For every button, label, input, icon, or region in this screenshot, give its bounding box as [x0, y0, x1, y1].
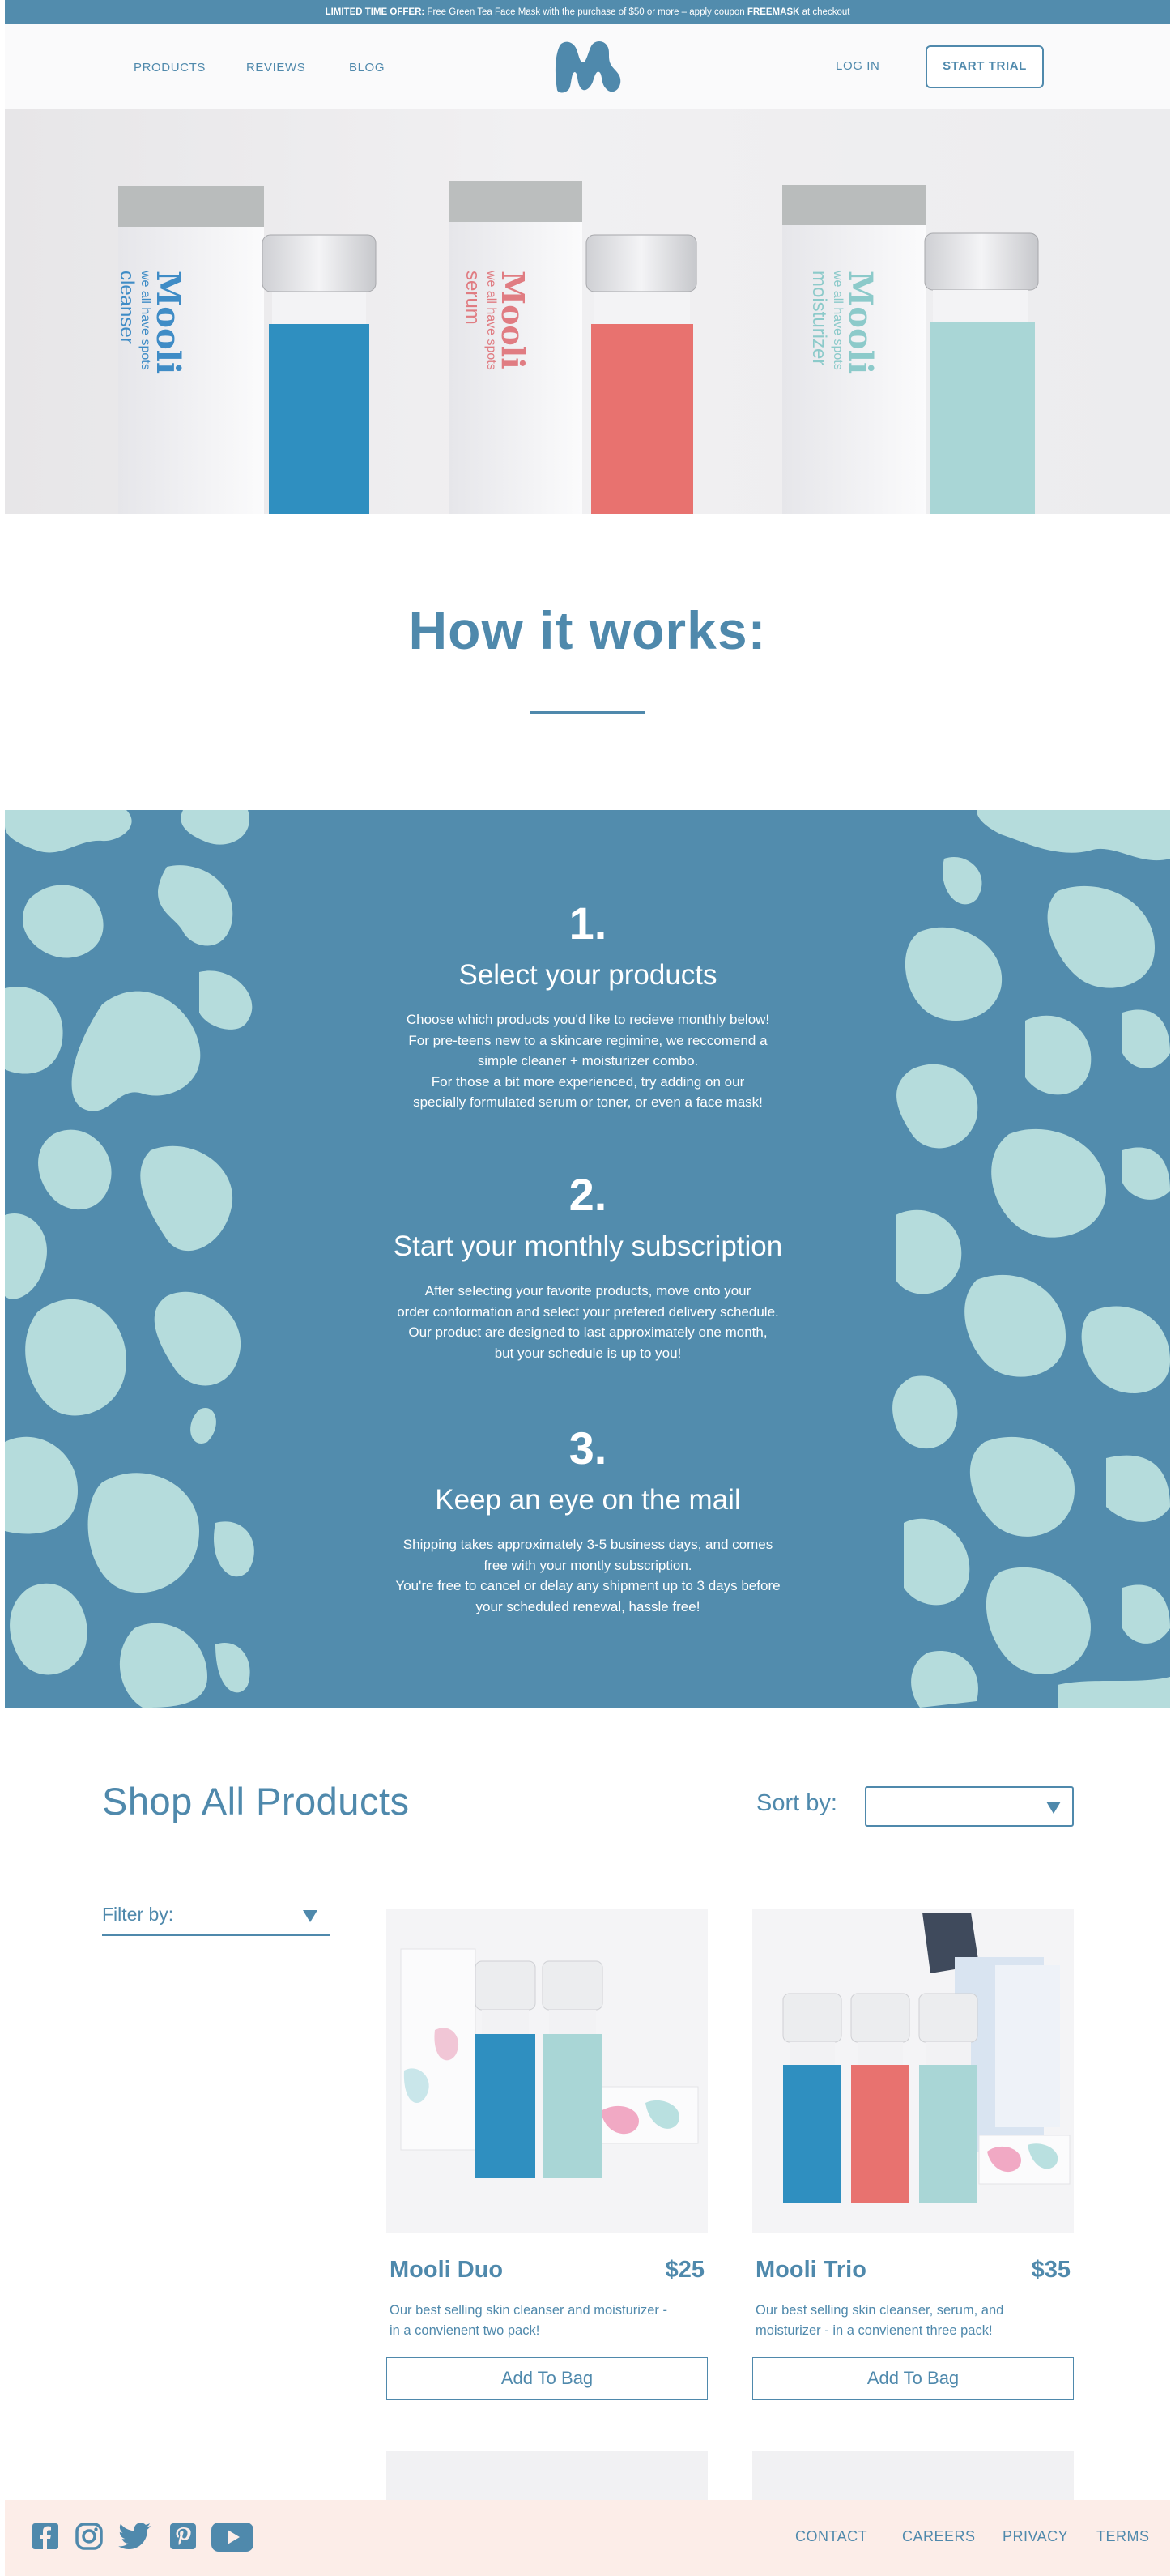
- product-desc-line: Our best selling skin cleanser, serum, a…: [756, 2303, 1004, 2318]
- hero-box-label-3: Mooli we all have spots moisturizer: [807, 271, 879, 374]
- step-2-line: but your schedule is up to you!: [494, 1345, 682, 1361]
- twitter-icon[interactable]: [118, 2522, 152, 2551]
- hero-box-label-2: Mooli we all have spots serum: [461, 271, 531, 370]
- product-price: $25: [665, 2257, 705, 2283]
- youtube-icon[interactable]: [211, 2522, 254, 2553]
- step-3-title: Keep an eye on the mail: [435, 1484, 741, 1516]
- sort-select[interactable]: [865, 1786, 1074, 1827]
- nav-products[interactable]: PRODUCTS: [134, 61, 206, 75]
- step-1-title: Select your products: [458, 959, 717, 991]
- hero-tagline-3: we all have spots: [831, 271, 845, 370]
- step-1-line: Choose which products you'd like to reci…: [406, 1012, 770, 1027]
- promo-tail: at checkout: [799, 7, 850, 17]
- hero-brand-2: Mooli: [495, 271, 531, 369]
- hero-box-label-1: Mooli we all have spots cleanser: [115, 271, 187, 374]
- step-3-body: Shipping takes approximately 3-5 busines…: [345, 1534, 831, 1617]
- step-3: 3. Keep an eye on the mail Shipping take…: [345, 1426, 831, 1617]
- hero-product-1: cleanser: [116, 271, 138, 344]
- chevron-down-icon: [1046, 1802, 1061, 1814]
- product-image[interactable]: [752, 1909, 1074, 2233]
- add-to-bag-button[interactable]: Add To Bag: [386, 2357, 708, 2400]
- product-desc-line: in a convienent two pack!: [390, 2323, 540, 2338]
- product-image[interactable]: [386, 1909, 708, 2233]
- footer-terms-link[interactable]: TERMS: [1096, 2528, 1150, 2545]
- how-it-works-title: How it works:: [408, 600, 767, 660]
- product-price: $35: [1031, 2257, 1071, 2283]
- step-1: 1. Select your products Choose which pro…: [345, 901, 831, 1113]
- mooli-logo[interactable]: [552, 38, 625, 96]
- step-2: 2. Start your monthly subscription After…: [345, 1172, 831, 1363]
- step-2-number: 2.: [568, 1169, 607, 1220]
- product-description: Our best selling skin cleanser and moist…: [386, 2301, 708, 2341]
- filter-label: Filter by:: [102, 1904, 174, 1925]
- step-1-number: 1.: [568, 898, 607, 949]
- filter-dropdown[interactable]: Filter by:: [102, 1904, 330, 1936]
- login-link[interactable]: LOG IN: [836, 59, 879, 73]
- product-photo-duo: [386, 1909, 708, 2233]
- product-desc-line: Our best selling skin cleanser and moist…: [390, 2303, 667, 2318]
- footer-careers-link[interactable]: CAREERS: [902, 2528, 976, 2545]
- promo-code: FREEMASK: [747, 7, 800, 17]
- step-3-line: You're free to cancel or delay any shipm…: [395, 1578, 781, 1593]
- step-1-body: Choose which products you'd like to reci…: [345, 1009, 831, 1113]
- nav-reviews[interactable]: REVIEWS: [246, 61, 305, 75]
- product-card-duo: Mooli Duo $25 Our best selling skin clea…: [386, 1909, 708, 2400]
- step-1-line: For pre-teens new to a skincare regimine…: [408, 1032, 768, 1048]
- promo-banner: LIMITED TIME OFFER: Free Green Tea Face …: [5, 0, 1170, 24]
- step-2-title: Start your monthly subscription: [393, 1230, 783, 1262]
- step-1-line: simple cleaner + moisturizer combo.: [477, 1053, 699, 1068]
- start-trial-button[interactable]: START TRIAL: [926, 45, 1044, 88]
- product-name[interactable]: Mooli Duo: [390, 2257, 503, 2284]
- promo-lead: LIMITED TIME OFFER:: [325, 7, 425, 17]
- product-card-trio: Mooli Trio $35 Our best selling skin cle…: [752, 1909, 1074, 2400]
- hero-tagline-2: we all have spots: [484, 271, 498, 370]
- footer-privacy-link[interactable]: PRIVACY: [1003, 2528, 1068, 2545]
- product-description: Our best selling skin cleanser, serum, a…: [752, 2301, 1074, 2341]
- top-navbar: PRODUCTS REVIEWS BLOG LOG IN START TRIAL: [5, 24, 1170, 109]
- step-3-number: 3.: [568, 1422, 607, 1474]
- footer-contact-link[interactable]: CONTACT: [795, 2528, 867, 2545]
- steps-section: 1. Select your products Choose which pro…: [5, 810, 1170, 1708]
- hero-brand-1: Mooli: [149, 271, 187, 375]
- hero-product-2: serum: [462, 271, 483, 325]
- step-2-line: Our product are designed to last approxi…: [408, 1324, 768, 1340]
- step-3-line: your scheduled renewal, hassle free!: [475, 1598, 700, 1614]
- instagram-icon[interactable]: [75, 2522, 104, 2551]
- product-desc-line: moisturizer - in a convienent three pack…: [756, 2323, 993, 2338]
- hero-product-3: moisturizer: [808, 271, 830, 366]
- hero-image: Mooli we all have spots cleanser Mooli w…: [5, 109, 1170, 514]
- pinterest-icon[interactable]: [168, 2522, 198, 2551]
- footer: CONTACT CAREERS PRIVACY TERMS: [5, 2500, 1170, 2576]
- chevron-down-icon: [303, 1910, 317, 1922]
- sort-label: Sort by:: [756, 1790, 837, 1816]
- step-2-line: order conformation and select your prefe…: [397, 1303, 779, 1320]
- product-card-peek[interactable]: [386, 2451, 708, 2500]
- step-3-line: free with your montly subscription.: [483, 1557, 692, 1573]
- hero-tagline-1: we all have spots: [138, 271, 152, 370]
- facebook-icon[interactable]: [31, 2522, 60, 2551]
- step-2-line: After selecting your favorite products, …: [424, 1283, 751, 1299]
- nav-blog[interactable]: BLOG: [349, 61, 385, 75]
- product-photo-trio: [752, 1909, 1074, 2233]
- product-card-peek[interactable]: [752, 2451, 1074, 2500]
- step-1-line: For those a bit more experienced, try ad…: [431, 1073, 745, 1090]
- title-divider: [530, 711, 645, 714]
- shop-title: Shop All Products: [102, 1780, 410, 1823]
- hero-brand-3: Mooli: [841, 271, 879, 375]
- step-2-body: After selecting your favorite products, …: [345, 1281, 831, 1363]
- promo-text: Free Green Tea Face Mask with the purcha…: [424, 7, 747, 17]
- step-3-line: Shipping takes approximately 3-5 busines…: [402, 1537, 773, 1552]
- step-1-line: specially formulated serum or toner, or …: [413, 1094, 763, 1110]
- product-name[interactable]: Mooli Trio: [756, 2257, 866, 2284]
- add-to-bag-button[interactable]: Add To Bag: [752, 2357, 1074, 2400]
